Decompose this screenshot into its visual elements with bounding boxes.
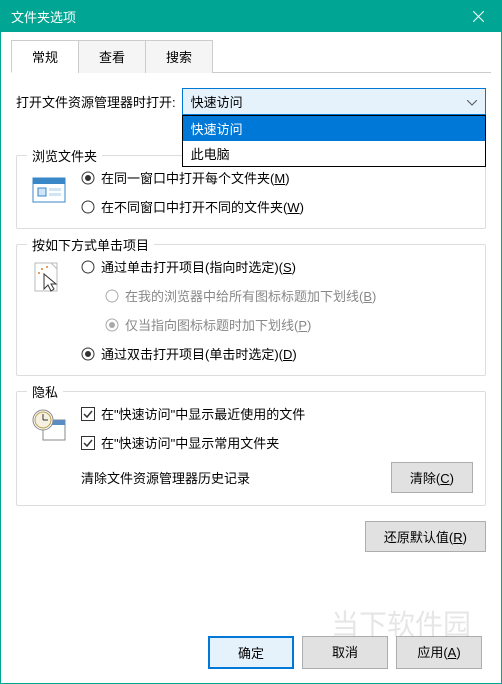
dialog-buttons: 确定 取消 应用(A) [15,636,487,669]
click-sub1-label: 在我的浏览器中给所有图标标题加下划线(B) [125,286,376,305]
open-with-row: 打开文件资源管理器时打开: 快速访问 快速访问 此电脑 [11,88,491,115]
chevron-down-icon [467,94,477,109]
radio-icon [81,200,95,214]
browse-opt2-label: 在不同窗口中打开不同的文件夹(W) [101,197,304,216]
group-privacy-content: 在"快速访问"中显示最近使用的文件 在"快速访问"中显示常用文件夹 清除文件资源… [29,404,473,493]
radio-icon [105,289,119,303]
ok-button[interactable]: 确定 [208,636,294,669]
browse-options: 在同一窗口中打开每个文件夹(M) 在不同窗口中打开不同的文件夹(W) [81,168,473,216]
radio-icon [105,318,119,332]
browse-same-window[interactable]: 在同一窗口中打开每个文件夹(M) [81,168,473,187]
cursor-click-icon [29,259,69,299]
privacy-chk1-label: 在"快速访问"中显示最近使用的文件 [101,404,305,423]
browse-new-window[interactable]: 在不同窗口中打开不同的文件夹(W) [81,197,473,216]
click-underline-all: 在我的浏览器中给所有图标标题加下划线(B) [105,286,473,305]
group-click-title: 按如下方式单击项目 [27,235,154,254]
dropdown-option-this-pc[interactable]: 此电脑 [183,141,485,166]
radio-icon [81,347,95,361]
privacy-clear-label: 清除文件资源管理器历史记录 [81,468,250,487]
open-with-label: 打开文件资源管理器时打开: [16,92,176,111]
history-icon [29,406,69,446]
tab-view[interactable]: 查看 [78,40,146,73]
checkbox-icon [81,436,95,450]
checkbox-icon [81,407,95,421]
radio-icon [81,171,95,185]
privacy-frequent-folders[interactable]: 在"快速访问"中显示常用文件夹 [81,433,473,452]
restore-row: 还原默认值(R) [11,521,491,552]
window-body: 常规 查看 搜索 打开文件资源管理器时打开: 快速访问 快速访问 此电脑 浏览文… [0,32,502,684]
group-browse-content: 在同一窗口中打开每个文件夹(M) 在不同窗口中打开不同的文件夹(W) [29,168,473,216]
open-with-select[interactable]: 快速访问 [182,88,486,115]
open-with-value: 快速访问 [191,92,243,111]
click-opt2-label: 通过双击打开项目(单击时选定)(D) [101,344,297,363]
click-underline-hover: 仅当指向图标标题时加下划线(P) [105,315,473,334]
titlebar: 文件夹选项 [0,0,502,32]
group-click-content: 通过单击打开项目(指向时选定)(S) 在我的浏览器中给所有图标标题加下划线(B)… [29,257,473,363]
restore-defaults-button[interactable]: 还原默认值(R) [365,521,486,552]
radio-icon [81,260,95,274]
group-privacy: 隐私 在"快速访问"中显示最近使用的文件 在"快速访问"中显示常用文件夹 [16,391,486,506]
apply-button[interactable]: 应用(A) [396,636,482,669]
privacy-recent-files[interactable]: 在"快速访问"中显示最近使用的文件 [81,404,473,423]
open-with-dropdown: 快速访问 此电脑 [182,115,486,167]
clear-button[interactable]: 清除(C) [391,462,473,493]
privacy-options: 在"快速访问"中显示最近使用的文件 在"快速访问"中显示常用文件夹 清除文件资源… [81,404,473,493]
privacy-clear-row: 清除文件资源管理器历史记录 清除(C) [29,462,473,493]
group-browse-title: 浏览文件夹 [27,146,102,165]
tab-search[interactable]: 搜索 [145,40,213,73]
folder-window-icon [29,170,69,210]
click-single[interactable]: 通过单击打开项目(指向时选定)(S) [81,257,473,276]
tab-strip: 常规 查看 搜索 [11,40,491,73]
tab-general[interactable]: 常规 [11,40,79,73]
click-options: 通过单击打开项目(指向时选定)(S) 在我的浏览器中给所有图标标题加下划线(B)… [81,257,473,363]
click-sub2-label: 仅当指向图标标题时加下划线(P) [125,315,311,334]
group-click: 按如下方式单击项目 通过单击打开项目(指向时选定)(S) 在我的浏览器中给所有图… [16,244,486,376]
open-with-select-wrap: 快速访问 快速访问 此电脑 [182,88,486,115]
cancel-button[interactable]: 取消 [302,636,388,669]
privacy-chk2-label: 在"快速访问"中显示常用文件夹 [101,433,279,452]
dropdown-option-quick-access[interactable]: 快速访问 [183,116,485,141]
click-opt1-label: 通过单击打开项目(指向时选定)(S) [101,257,296,276]
close-button[interactable] [455,0,501,32]
browse-opt1-label: 在同一窗口中打开每个文件夹(M) [101,168,290,187]
click-double[interactable]: 通过双击打开项目(单击时选定)(D) [81,344,473,363]
group-privacy-title: 隐私 [27,382,63,401]
window-title: 文件夹选项 [11,7,76,26]
close-icon [473,11,484,22]
